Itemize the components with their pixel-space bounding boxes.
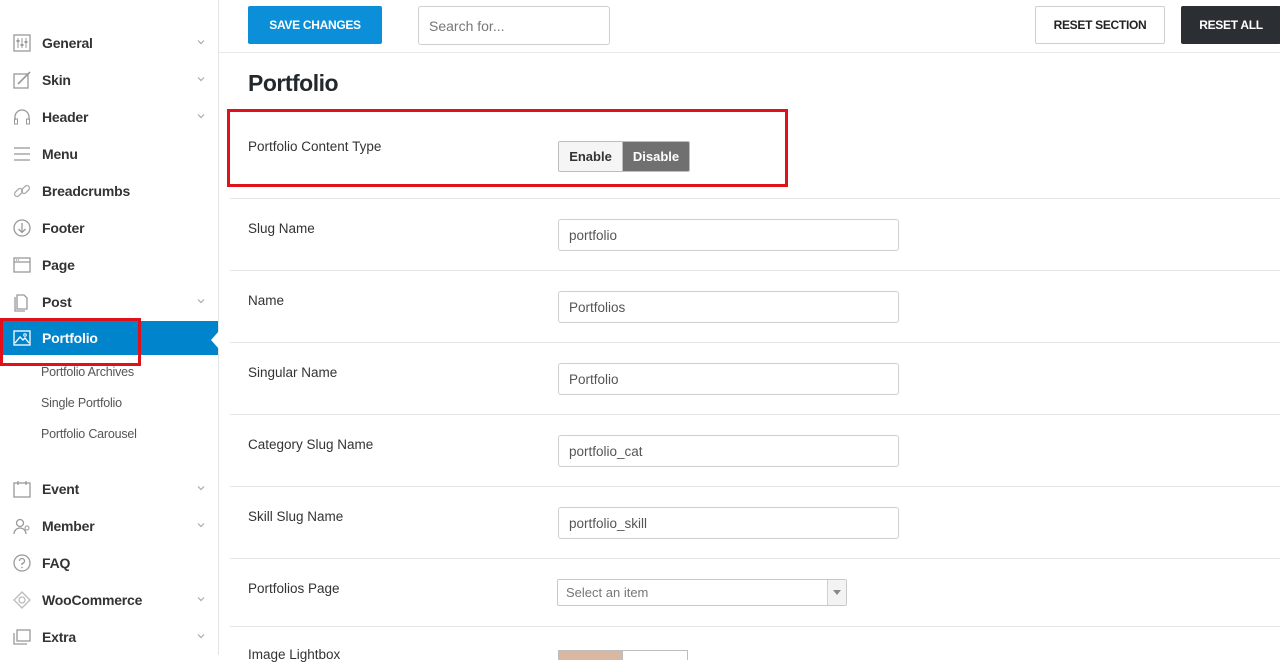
sidebar-subitem-portfolio-carousel[interactable]: Portfolio Carousel [41, 427, 137, 441]
sidebar-item-faq[interactable]: FAQ [0, 544, 218, 581]
chevron-down-icon [197, 40, 205, 45]
singular-name-input[interactable] [558, 363, 899, 395]
sidebar-item-portfolio[interactable]: Portfolio [0, 321, 219, 355]
chevron-down-icon [197, 299, 205, 304]
sidebar-item-label: FAQ [42, 554, 71, 571]
chevron-down-icon [197, 523, 205, 528]
brush-icon [11, 69, 33, 91]
sidebar-item-footer[interactable]: Footer [0, 209, 218, 246]
sidebar-item-breadcrumbs[interactable]: Breadcrumbs [0, 172, 218, 209]
toolbar: SAVE CHANGES RESET SECTION RESET ALL [219, 0, 1280, 53]
link-icon [11, 180, 33, 202]
lightbox-disable-option[interactable] [622, 651, 687, 660]
reset-all-button[interactable]: RESET ALL [1181, 6, 1280, 44]
sidebar-item-menu[interactable]: Menu [0, 135, 218, 172]
sidebar-item-woocommerce[interactable]: WooCommerce [0, 581, 218, 618]
image-lightbox-toggle[interactable] [558, 650, 688, 660]
disable-option[interactable]: Disable [623, 142, 689, 171]
sidebar-item-label: Event [42, 480, 80, 497]
sidebar-item-label: Member [42, 517, 95, 534]
browser-window-icon [11, 254, 33, 276]
sidebar-item-label: Post [42, 293, 72, 310]
reset-section-button[interactable]: RESET SECTION [1035, 6, 1165, 44]
divider [230, 486, 1280, 487]
sidebar-item-label: Extra [42, 628, 77, 645]
calendar-icon [11, 478, 33, 500]
lightbox-enable-option[interactable] [559, 651, 622, 660]
sidebar-item-extra[interactable]: Extra [0, 618, 218, 655]
content-type-label: Portfolio Content Type [248, 139, 382, 154]
page-title: Portfolio [248, 70, 339, 96]
layers-icon [11, 626, 33, 648]
divider [230, 198, 1280, 199]
select-placeholder: Select an item [566, 585, 649, 600]
divider [230, 270, 1280, 271]
sidebar-item-label: Page [42, 256, 75, 273]
chevron-down-icon [197, 77, 205, 82]
divider [230, 626, 1280, 627]
enable-option[interactable]: Enable [559, 142, 623, 171]
name-input[interactable] [558, 291, 899, 323]
save-changes-button[interactable]: SAVE CHANGES [248, 6, 382, 44]
woocommerce-icon [11, 589, 33, 611]
sidebar: General Skin Header Menu Breadcrumbs Foo… [0, 0, 219, 655]
search-input[interactable] [418, 6, 610, 45]
sidebar-item-label: Breadcrumbs [42, 182, 131, 199]
content-type-toggle: Enable Disable [558, 141, 690, 172]
chevron-down-icon [197, 634, 205, 639]
sidebar-item-label: Header [42, 108, 89, 125]
skill-slug-label: Skill Slug Name [248, 509, 344, 524]
sidebar-item-post[interactable]: Post [0, 283, 218, 320]
image-icon [11, 327, 33, 349]
sidebar-item-label: General [42, 34, 93, 51]
sidebar-item-label: Skin [42, 71, 71, 88]
arrow-down-circle-icon [11, 217, 33, 239]
sliders-icon [11, 32, 33, 54]
divider [230, 414, 1280, 415]
portfolios-page-label: Portfolios Page [248, 581, 340, 596]
menu-icon [11, 143, 33, 165]
sidebar-item-header[interactable]: Header [0, 98, 218, 135]
singular-name-label: Singular Name [248, 365, 338, 380]
slug-name-input[interactable] [558, 219, 899, 251]
chevron-down-icon [197, 486, 205, 491]
sidebar-item-label: Menu [42, 145, 78, 162]
portfolios-page-select[interactable]: Select an item [557, 579, 847, 606]
skill-slug-input[interactable] [558, 507, 899, 539]
category-slug-input[interactable] [558, 435, 899, 467]
slug-name-label: Slug Name [248, 221, 315, 236]
sidebar-item-label: Portfolio [42, 330, 98, 346]
sidebar-item-event[interactable]: Event [0, 470, 218, 507]
documents-icon [11, 291, 33, 313]
sidebar-item-member[interactable]: Member [0, 507, 218, 544]
sidebar-subitem-portfolio-archives[interactable]: Portfolio Archives [41, 365, 134, 379]
headphones-icon [11, 106, 33, 128]
question-circle-icon [11, 552, 33, 574]
chevron-down-icon [197, 114, 205, 119]
name-label: Name [248, 293, 285, 308]
sidebar-item-label: WooCommerce [42, 591, 143, 608]
dropdown-arrow-icon [827, 580, 846, 605]
sidebar-item-general[interactable]: General [0, 24, 218, 61]
sidebar-item-label: Footer [42, 219, 85, 236]
sidebar-item-page[interactable]: Page [0, 246, 218, 283]
users-icon [11, 515, 33, 537]
divider [230, 558, 1280, 559]
sidebar-subitem-single-portfolio[interactable]: Single Portfolio [41, 396, 122, 410]
divider [230, 342, 1280, 343]
category-slug-label: Category Slug Name [248, 437, 374, 452]
sidebar-item-skin[interactable]: Skin [0, 61, 218, 98]
chevron-down-icon [197, 597, 205, 602]
